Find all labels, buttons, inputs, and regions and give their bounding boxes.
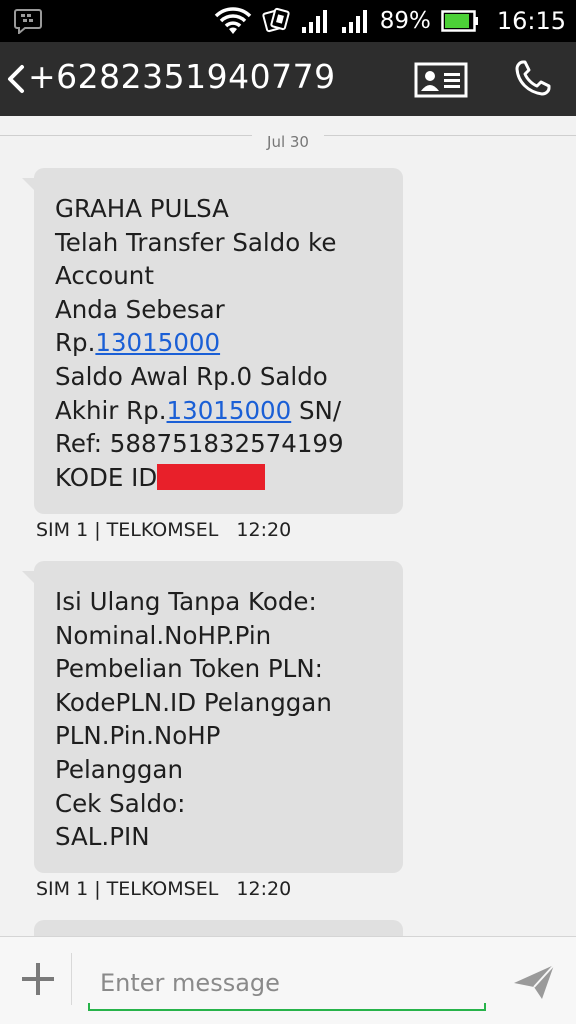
message-meta-1: SIM 1 | TELKOMSEL 12:20 — [36, 519, 291, 541]
message-line: KODE ID — [55, 461, 393, 495]
sim-label: SIM 1 | TELKOMSEL — [36, 519, 219, 541]
input-underline — [88, 1003, 486, 1011]
contact-number-title[interactable]: +6282351940779 — [28, 57, 336, 96]
message-line: Ref: 588751832574199 — [55, 429, 344, 459]
message-meta-2: SIM 1 | TELKOMSEL 12:20 — [36, 878, 291, 900]
message-bubble-1[interactable]: GRAHA PULSA Telah Transfer Saldo ke Acco… — [34, 168, 403, 514]
message-text: SN/ — [291, 395, 342, 425]
bbm-icon — [14, 9, 42, 36]
contact-card-icon[interactable] — [414, 62, 468, 98]
clock: 16:15 — [496, 7, 566, 35]
wifi-icon — [214, 7, 251, 34]
signal-sim1-icon — [301, 10, 327, 33]
battery-percent: 89% — [379, 8, 431, 34]
message-time: 12:20 — [236, 519, 292, 541]
sim-toggle-icon — [262, 7, 290, 33]
message-time: 12:20 — [236, 878, 292, 900]
message-line: GRAHA PULSA — [55, 194, 229, 223]
message-text: Rp. — [55, 328, 96, 358]
message-line: Nominal.NoHP.Pin — [55, 620, 272, 650]
bbm-notification — [14, 8, 42, 38]
message-line: Cek Saldo: — [55, 788, 186, 818]
message-input[interactable] — [88, 955, 486, 1011]
message-text: Akhir Rp. — [55, 395, 167, 425]
status-indicators: 89% 16:15 — [214, 0, 566, 42]
send-icon[interactable] — [512, 961, 556, 1001]
date-divider-right — [324, 135, 576, 136]
message-line: Telah Transfer Saldo ke — [55, 227, 337, 257]
amount-link[interactable]: 13015000 — [167, 396, 292, 425]
signal-sim2-icon — [341, 10, 367, 33]
message-line: Akhir Rp.13015000 SN/ — [55, 394, 393, 428]
message-line: Isi Ulang Tanpa Kode: — [55, 587, 317, 616]
conversation-header: +6282351940779 — [0, 42, 576, 116]
date-separator: Jul 30 — [0, 124, 576, 151]
compose-divider — [71, 953, 72, 1005]
compose-bar — [0, 936, 576, 1024]
sim-label: SIM 1 | TELKOMSEL — [36, 878, 219, 900]
status-bar: 89% 16:15 — [0, 0, 576, 42]
message-text: KODE ID — [55, 462, 158, 492]
phone-icon[interactable] — [512, 59, 552, 99]
message-bubble-2[interactable]: Isi Ulang Tanpa Kode: Nominal.NoHP.Pin P… — [34, 561, 403, 873]
message-line: Account — [55, 261, 154, 291]
message-line: Anda Sebesar — [55, 294, 225, 324]
message-bubble-3-partial[interactable] — [34, 920, 403, 936]
message-line: PLN.Pin.NoHP — [55, 721, 221, 751]
message-line: Rp.13015000 — [55, 326, 393, 360]
message-line: SAL.PIN — [55, 822, 150, 852]
battery-icon — [441, 10, 478, 32]
amount-link[interactable]: 13015000 — [95, 328, 220, 357]
redaction-block — [157, 463, 266, 490]
message-line: Saldo Awal Rp.0 Saldo — [55, 361, 328, 391]
message-thread[interactable]: Jul 30 GRAHA PULSA Telah Transfer Saldo … — [0, 116, 576, 936]
message-line: Pelanggan — [55, 754, 183, 784]
message-line: KodePLN.ID Pelanggan — [55, 687, 332, 717]
plus-icon[interactable] — [20, 961, 56, 997]
message-line: Pembelian Token PLN: — [55, 654, 323, 684]
back-icon[interactable] — [4, 62, 28, 96]
